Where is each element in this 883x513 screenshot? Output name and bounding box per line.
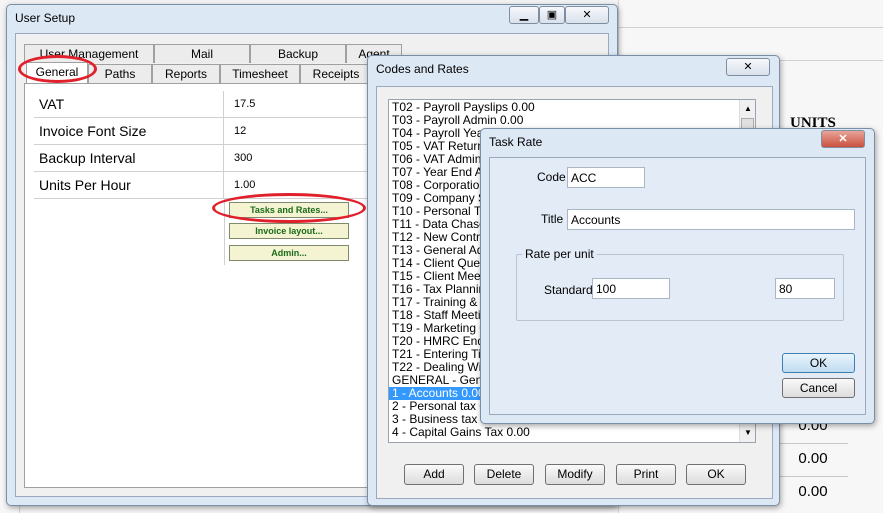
property-label: Units Per Hour [34, 172, 224, 198]
user-setup-title: User Setup [15, 11, 76, 25]
property-label: VAT [34, 91, 224, 117]
delete-button[interactable]: Delete [474, 464, 534, 485]
units-cell: 0.00 [778, 476, 848, 506]
scroll-down-icon[interactable]: ▼ [744, 428, 752, 437]
close-icon[interactable]: ✕ [565, 6, 609, 24]
property-row-backup-interval: Backup Interval 300 [34, 145, 368, 172]
tab-timesheet[interactable]: Timesheet [220, 64, 300, 83]
codes-and-rates-title: Codes and Rates [376, 62, 469, 76]
close-icon[interactable]: ✕ [821, 130, 865, 148]
title-field[interactable]: Accounts [567, 209, 855, 230]
property-row-invoice-font-size: Invoice Font Size 12 [34, 118, 368, 145]
list-item[interactable]: 4 - Capital Gains Tax 0.00 [389, 426, 755, 439]
maximize-icon[interactable]: ▣ [539, 6, 565, 24]
property-value[interactable]: 12 [228, 118, 368, 144]
annotation-circle-tasks [212, 193, 366, 223]
tab-receipts[interactable]: Receipts [300, 64, 372, 83]
minimize-icon[interactable]: ▁ [509, 6, 539, 24]
second-rate-field[interactable]: 80 [775, 278, 835, 299]
property-value[interactable]: 300 [228, 145, 368, 171]
close-icon[interactable]: ✕ [726, 58, 770, 76]
units-cell: 0.00 [778, 443, 848, 473]
print-button[interactable]: Print [616, 464, 676, 485]
property-label: Invoice Font Size [34, 118, 224, 144]
code-label: Code [537, 170, 566, 184]
tab-reports[interactable]: Reports [152, 64, 220, 83]
invoice-layout-button[interactable]: Invoice layout... [229, 223, 349, 239]
tab-paths[interactable]: Paths [88, 64, 152, 83]
annotation-circle-general [18, 55, 97, 83]
rate-per-unit-label: Rate per unit [522, 247, 597, 261]
task-rate-ok-button[interactable]: OK [782, 353, 855, 373]
modify-button[interactable]: Modify [545, 464, 605, 485]
task-rate-title: Task Rate [489, 135, 543, 149]
admin-button[interactable]: Admin... [229, 245, 349, 261]
standard-rate-field[interactable]: 100 [592, 278, 670, 299]
add-button[interactable]: Add [404, 464, 464, 485]
tab-backup[interactable]: Backup [250, 44, 346, 63]
title-label: Title [541, 212, 564, 226]
scroll-up-icon[interactable]: ▲ [744, 104, 752, 113]
tab-mail[interactable]: Mail [154, 44, 250, 63]
standard-label: Standard: [544, 283, 597, 297]
property-row-vat: VAT 17.5 [34, 91, 368, 118]
property-label: Backup Interval [34, 145, 224, 171]
property-value[interactable]: 17.5 [228, 91, 368, 117]
ok-button[interactable]: OK [686, 464, 746, 485]
code-field[interactable]: ACC [567, 167, 645, 188]
task-rate-cancel-button[interactable]: Cancel [782, 378, 855, 398]
